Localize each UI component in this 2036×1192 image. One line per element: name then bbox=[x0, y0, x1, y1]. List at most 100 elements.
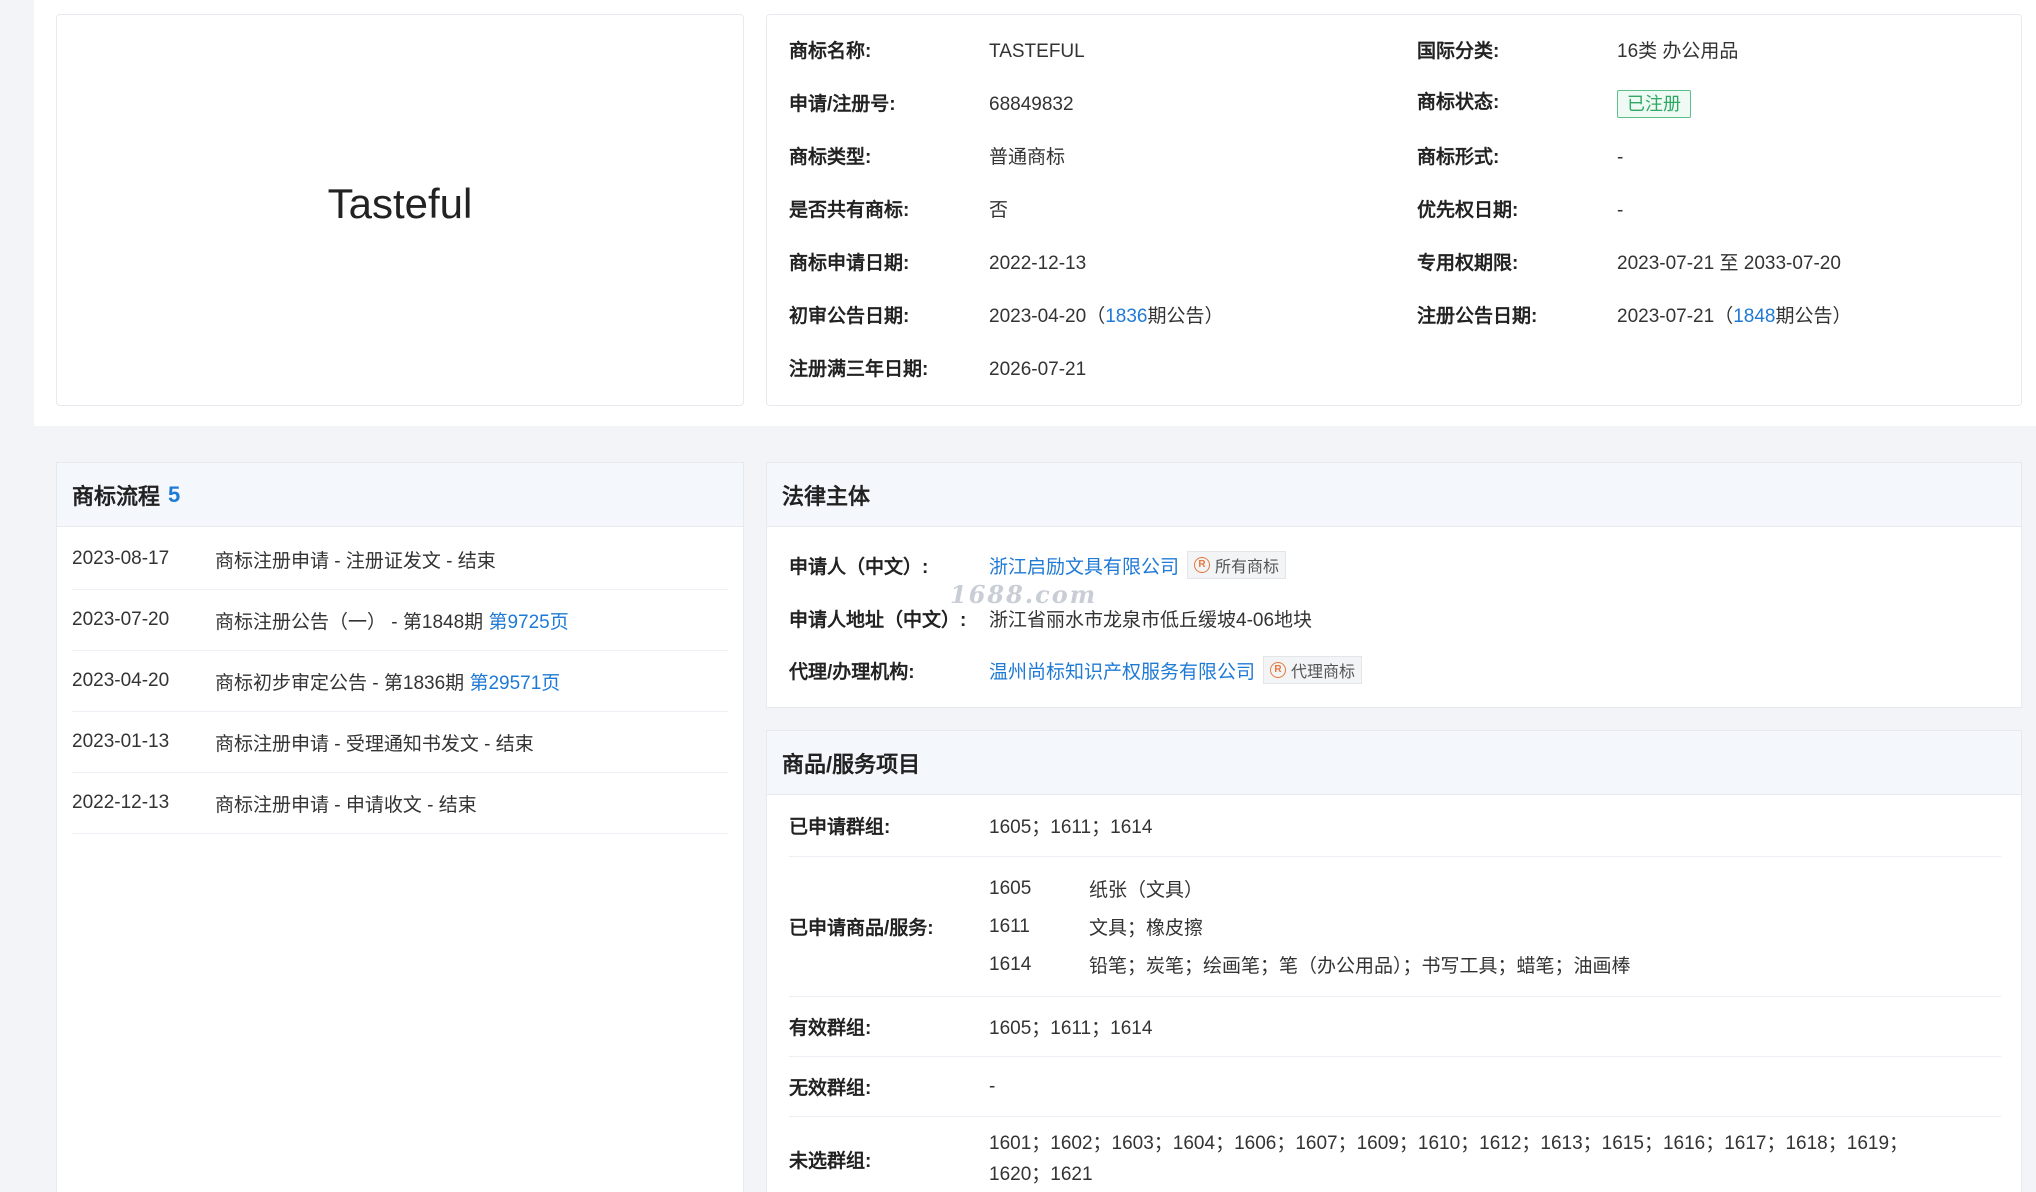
flow-item: 2023-08-17 商标注册申请 - 注册证发文 - 结束 bbox=[72, 529, 728, 590]
flow-date: 2023-01-13 bbox=[72, 731, 170, 752]
applicant-link[interactable]: 浙江启励文具有限公司 bbox=[989, 552, 1179, 579]
reg-number-value: 68849832 bbox=[989, 94, 1074, 115]
invalid-groups-value: - bbox=[989, 1075, 996, 1097]
exclusive-period-value: 2023-07-21 至 2033-07-20 bbox=[1617, 253, 1841, 274]
info-row-shared: 是否共有商标: 否 bbox=[789, 198, 1008, 224]
agent-label: 代理/办理机构: bbox=[789, 661, 915, 683]
goods-panel-title: 商品/服务项目 bbox=[782, 751, 921, 777]
agent-trademarks-tag[interactable]: R 代理商标 bbox=[1263, 656, 1363, 684]
service-desc: 纸张（文具） bbox=[1089, 880, 1204, 901]
applied-groups-row: 已申请群组: 1605；1611；1614 bbox=[789, 795, 2001, 857]
flow-desc: 商标注册公告（一） - 第1848期 第9725页 bbox=[215, 611, 569, 633]
info-label: 是否共有商标: bbox=[789, 200, 910, 221]
flow-item: 2023-01-13 商标注册申请 - 受理通知书发文 - 结束 bbox=[72, 712, 728, 773]
info-row-status: 商标状态: 已注册 bbox=[1417, 90, 1691, 118]
flow-desc: 商标注册申请 - 注册证发文 - 结束 bbox=[215, 550, 496, 572]
info-label: 申请/注册号: bbox=[789, 94, 896, 115]
info-label: 商标名称: bbox=[789, 41, 872, 62]
valid-groups-label: 有效群组: bbox=[789, 1018, 872, 1039]
flow-date: 2023-07-20 bbox=[72, 609, 170, 630]
site-watermark: 1688.com bbox=[950, 580, 1098, 609]
flow-item: 2022-12-13 商标注册申请 - 申请收文 - 结束 bbox=[72, 773, 728, 834]
reg-notice-date-value: 2023-07-21（1848期公告） bbox=[1617, 306, 1852, 327]
applicant-row: 申请人（中文）: 浙江启励文具有限公司 R 所有商标 bbox=[789, 550, 1287, 580]
info-label: 注册满三年日期: bbox=[789, 359, 929, 380]
service-desc: 铅笔；炭笔；绘画笔；笔（办公用品）；书写工具；蜡笔；油画棒 bbox=[1089, 956, 1631, 977]
info-label: 专用权期限: bbox=[1417, 253, 1519, 274]
registered-icon: R bbox=[1194, 557, 1211, 573]
agent-link[interactable]: 温州尚标知识产权服务有限公司 bbox=[989, 657, 1255, 684]
info-row-reg-notice-date: 注册公告日期: 2023-07-21（1848期公告） bbox=[1417, 304, 1852, 330]
form-value: - bbox=[1617, 147, 1624, 168]
flow-item: 2023-07-20 商标注册公告（一） - 第1848期 第9725页 bbox=[72, 590, 728, 651]
flow-desc: 商标初步审定公告 - 第1836期 第29571页 bbox=[215, 672, 561, 694]
goods-services-panel: 商品/服务项目 已申请群组: 1605；1611；1614 已申请商品/服务: … bbox=[766, 730, 2022, 1192]
service-item: 1614 铅笔；炭笔；绘画笔；笔（办公用品）；书写工具；蜡笔；油画棒 bbox=[989, 946, 1631, 984]
service-item: 1605 纸张（文具） bbox=[989, 870, 1631, 908]
applied-services-label: 已申请商品/服务: bbox=[789, 918, 934, 939]
service-code: 1614 bbox=[989, 953, 1032, 975]
flow-panel-title: 商标流程 bbox=[72, 483, 161, 509]
info-row-prelim-date: 初审公告日期: 2023-04-20（1836期公告） bbox=[789, 304, 1224, 330]
apply-date-value: 2022-12-13 bbox=[989, 253, 1087, 274]
info-label: 初审公告日期: bbox=[789, 306, 910, 327]
prelim-issue-link[interactable]: 1836 bbox=[1105, 306, 1147, 327]
valid-groups-value: 1605；1611；1614 bbox=[989, 1018, 1153, 1039]
info-label: 商标状态: bbox=[1417, 92, 1500, 113]
services-list: 1605 纸张（文具） 1611 文具；橡皮擦 1614 铅笔；炭笔；绘画笔；笔… bbox=[989, 870, 1631, 984]
valid-groups-row: 有效群组: 1605；1611；1614 bbox=[789, 997, 2001, 1057]
info-row-priority-date: 优先权日期: - bbox=[1417, 198, 1623, 224]
service-item: 1611 文具；橡皮擦 bbox=[989, 908, 1631, 946]
flow-desc: 商标注册申请 - 申请收文 - 结束 bbox=[215, 794, 477, 816]
service-code: 1611 bbox=[989, 915, 1030, 937]
shared-value: 否 bbox=[989, 200, 1009, 221]
trademark-logo-card: Tasteful bbox=[56, 14, 744, 406]
priority-date-value: - bbox=[1617, 200, 1624, 221]
info-row-apply-date: 商标申请日期: 2022-12-13 bbox=[789, 251, 1086, 277]
flow-date: 2023-08-17 bbox=[72, 548, 170, 569]
info-row-intl-class: 国际分类: 16类 办公用品 bbox=[1417, 39, 1738, 65]
status-badge: 已注册 bbox=[1617, 90, 1691, 118]
flow-item: 2023-04-20 商标初步审定公告 - 第1836期 第29571页 bbox=[72, 651, 728, 712]
trademark-logo-text: Tasteful bbox=[327, 180, 473, 227]
info-row-name: 商标名称: TASTEFUL bbox=[789, 39, 1085, 65]
info-label: 商标申请日期: bbox=[789, 253, 910, 274]
trademark-type-value: 普通商标 bbox=[989, 147, 1066, 168]
flow-page-link[interactable]: 第29571页 bbox=[469, 673, 560, 694]
flow-count: 5 bbox=[168, 481, 181, 507]
trademark-name-value: TASTEFUL bbox=[989, 41, 1085, 62]
flow-panel-header: 商标流程 5 bbox=[57, 463, 743, 527]
trademark-flow-panel: 商标流程 5 2023-08-17 商标注册申请 - 注册证发文 - 结束 20… bbox=[56, 462, 744, 1192]
info-label: 国际分类: bbox=[1417, 41, 1500, 62]
legal-panel-header: 法律主体 bbox=[767, 463, 2021, 527]
agent-trademarks-label: 代理商标 bbox=[1291, 664, 1356, 681]
service-code: 1605 bbox=[989, 877, 1032, 899]
prelim-date-value: 2023-04-20（1836期公告） bbox=[989, 306, 1224, 327]
invalid-groups-label: 无效群组: bbox=[789, 1078, 872, 1099]
reg-issue-link[interactable]: 1848 bbox=[1733, 306, 1775, 327]
intl-class-value: 16类 办公用品 bbox=[1617, 41, 1739, 62]
agent-row: 代理/办理机构: 温州尚标知识产权服务有限公司 R 代理商标 bbox=[789, 655, 1363, 685]
applied-groups-label: 已申请群组: bbox=[789, 817, 891, 838]
info-row-reg-number: 申请/注册号: 68849832 bbox=[789, 92, 1074, 118]
all-trademarks-label: 所有商标 bbox=[1215, 559, 1280, 576]
flow-date: 2023-04-20 bbox=[72, 670, 170, 691]
info-row-type: 商标类型: 普通商标 bbox=[789, 145, 1065, 171]
info-label: 优先权日期: bbox=[1417, 200, 1519, 221]
flow-date: 2022-12-13 bbox=[72, 792, 170, 813]
applied-services-row: 已申请商品/服务: 1605 纸张（文具） 1611 文具；橡皮擦 1614 铅… bbox=[789, 857, 2001, 997]
registered-icon: R bbox=[1270, 662, 1287, 678]
unselected-groups-row: 未选群组: 1601；1602；1603；1604；1606；1607；1609… bbox=[789, 1117, 2001, 1192]
three-year-date-value: 2026-07-21 bbox=[989, 359, 1087, 380]
info-row-form: 商标形式: - bbox=[1417, 145, 1623, 171]
all-trademarks-tag[interactable]: R 所有商标 bbox=[1187, 551, 1287, 579]
info-row-exclusive-period: 专用权期限: 2023-07-21 至 2033-07-20 bbox=[1417, 251, 1841, 277]
invalid-groups-row: 无效群组: - bbox=[789, 1057, 2001, 1117]
flow-desc: 商标注册申请 - 受理通知书发文 - 结束 bbox=[215, 733, 534, 755]
info-row-three-year-date: 注册满三年日期: 2026-07-21 bbox=[789, 357, 1086, 383]
trademark-logo-image: Tasteful bbox=[57, 15, 743, 405]
info-label: 注册公告日期: bbox=[1417, 306, 1538, 327]
flow-page-link[interactable]: 第9725页 bbox=[488, 612, 568, 633]
unselected-groups-value: 1601；1602；1603；1604；1606；1607；1609；1610；… bbox=[989, 1133, 1909, 1185]
info-label: 商标形式: bbox=[1417, 147, 1500, 168]
